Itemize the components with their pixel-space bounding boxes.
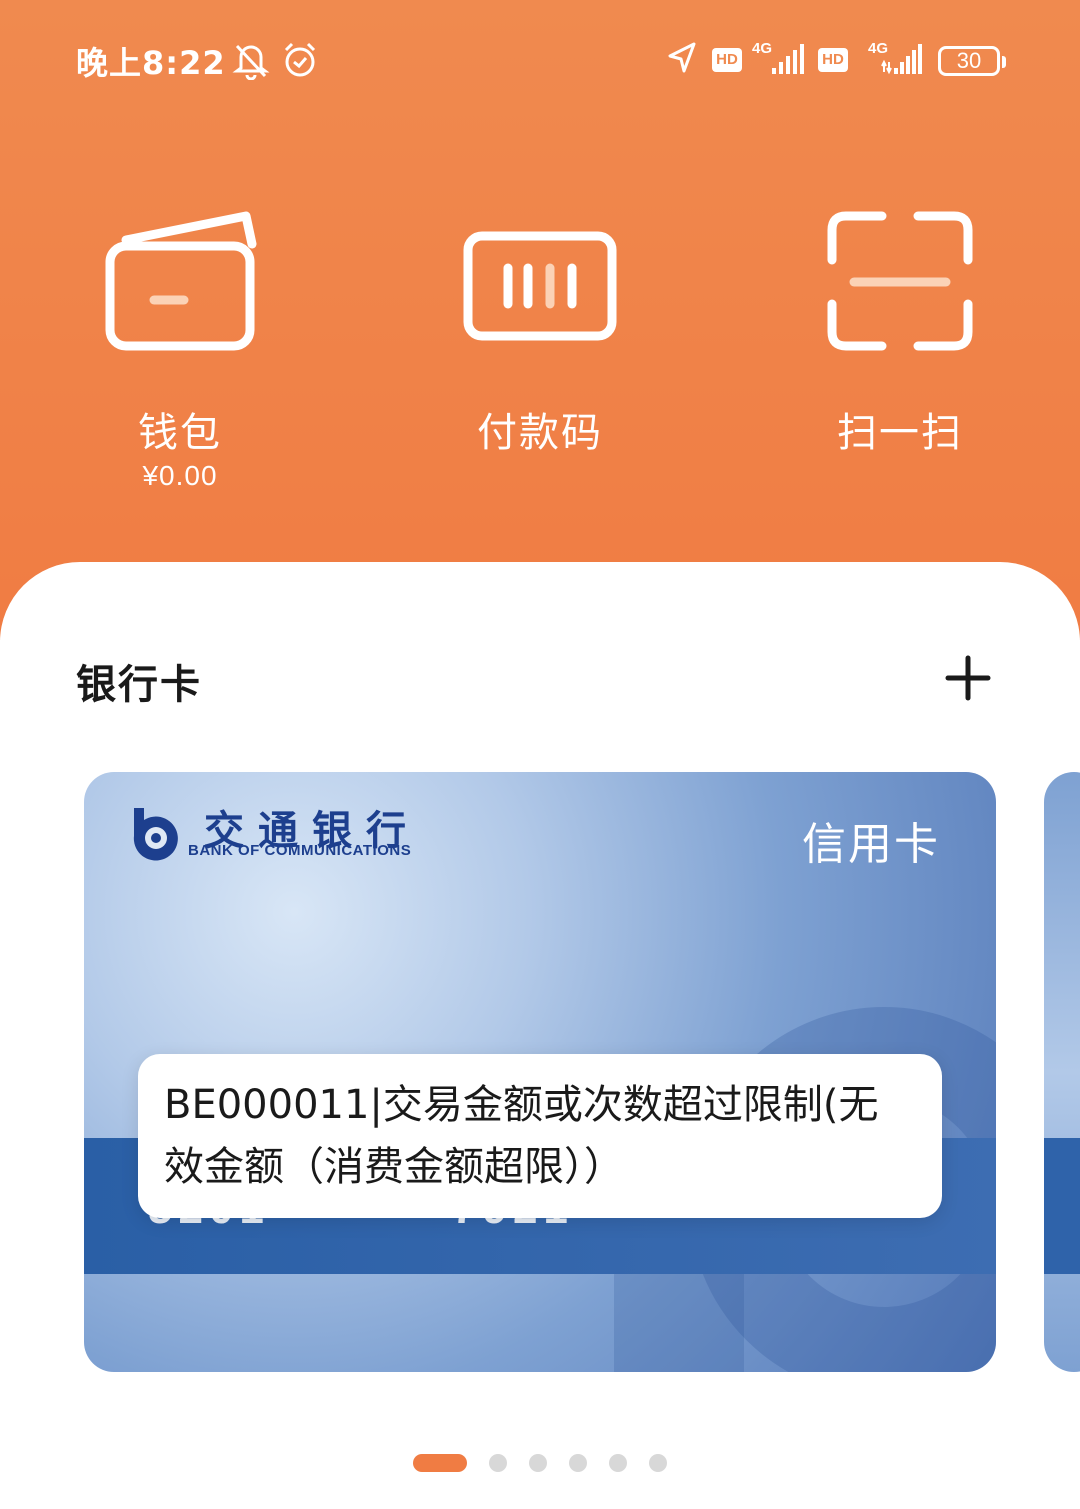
scan-button[interactable]: 扫一扫 xyxy=(770,200,1030,458)
status-bar: 晚上8:22 HD 4G HD 4G 30 xyxy=(0,30,1080,90)
wallet-label: 钱包 xyxy=(138,410,222,456)
scan-label: 扫一扫 xyxy=(837,410,963,456)
mute-bell-icon xyxy=(232,44,270,80)
payment-code-button[interactable]: 付款码 xyxy=(410,200,670,458)
pager-dot-active[interactable] xyxy=(413,1454,467,1472)
wallet-button[interactable]: 钱包 ¥0.00 xyxy=(50,200,310,492)
scan-icon xyxy=(770,200,1030,360)
battery-indicator: 30 xyxy=(938,46,1006,76)
card-pager xyxy=(0,1452,1080,1472)
bank-name-en: BANK OF COMMUNICATIONS xyxy=(188,842,412,859)
alarm-icon xyxy=(284,42,316,77)
payment-code-label: 付款码 xyxy=(477,410,603,456)
barcode-icon xyxy=(410,200,670,360)
error-toast: BE000011|交易金额或次数超过限制(无效金额（消费金额超限）） xyxy=(138,1054,942,1218)
pager-dot[interactable] xyxy=(529,1454,547,1472)
signal-icon-1 xyxy=(772,44,804,74)
card-type: 信用卡 xyxy=(802,819,940,870)
status-time: 晚上8:22 xyxy=(76,44,226,82)
signal-icon-2 xyxy=(881,44,922,75)
next-card-peek[interactable] xyxy=(1044,772,1080,1372)
pager-dot[interactable] xyxy=(569,1454,587,1472)
pager-dot[interactable] xyxy=(609,1454,627,1472)
hd-badge-2: HD xyxy=(818,48,848,72)
bank-logo-icon xyxy=(133,808,178,861)
section-title: 银行卡 xyxy=(76,662,202,708)
hd-badge-1: HD xyxy=(712,48,742,72)
next-card-stripe xyxy=(1044,1138,1080,1274)
plus-icon[interactable] xyxy=(944,654,992,702)
pager-dot[interactable] xyxy=(649,1454,667,1472)
location-icon xyxy=(668,42,696,73)
pager-dot[interactable] xyxy=(489,1454,507,1472)
wallet-balance: ¥0.00 xyxy=(142,460,218,491)
wallet-icon xyxy=(50,200,310,360)
